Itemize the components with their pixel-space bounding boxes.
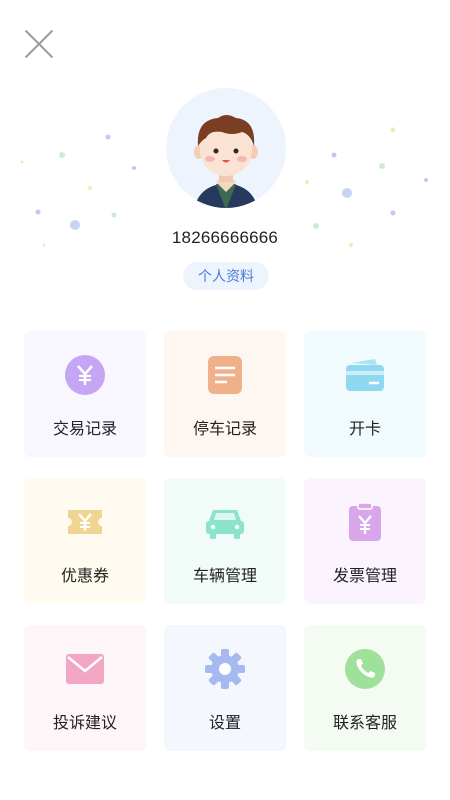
mail-icon: [66, 654, 104, 684]
invoice-icon: [349, 502, 381, 541]
menu-item-invoices[interactable]: 发票管理: [304, 478, 426, 604]
document-icon: [208, 356, 242, 394]
menu-item-label: 发票管理: [332, 568, 397, 585]
menu-item-label: 开卡: [348, 421, 381, 438]
car-icon: [206, 510, 244, 539]
avatar[interactable]: [166, 88, 286, 208]
menu-item-transactions[interactable]: 交易记录: [24, 331, 146, 457]
menu-item-label: 交易记录: [52, 421, 117, 438]
menu-item-label: 设置: [208, 715, 241, 732]
menu-item-open-card[interactable]: 开卡: [304, 331, 426, 457]
menu-item-label: 投诉建议: [52, 715, 117, 732]
gear-icon: [205, 649, 245, 689]
boy-avatar-icon: [194, 115, 258, 208]
menu-item-customer-service[interactable]: 联系客服: [304, 625, 426, 751]
card-icon: [346, 359, 384, 391]
profile-button[interactable]: 个人资料: [183, 262, 269, 290]
menu-item-label: 联系客服: [332, 715, 397, 732]
menu-item-label: 停车记录: [192, 421, 257, 438]
menu-item-parking-records[interactable]: 停车记录: [164, 331, 286, 457]
menu-item-coupons[interactable]: 优惠券: [24, 478, 146, 604]
phone-icon: [345, 649, 385, 689]
menu-item-vehicles[interactable]: 车辆管理: [164, 478, 286, 604]
phone-number: 18266666666: [171, 228, 279, 247]
menu-item-complaints[interactable]: 投诉建议: [24, 625, 146, 751]
yuan-coin-icon: [65, 355, 105, 395]
menu-item-label: 车辆管理: [192, 568, 257, 585]
coupon-icon: [68, 510, 102, 534]
menu-item-settings[interactable]: 设置: [164, 625, 286, 751]
menu-item-label: 优惠券: [60, 568, 109, 585]
